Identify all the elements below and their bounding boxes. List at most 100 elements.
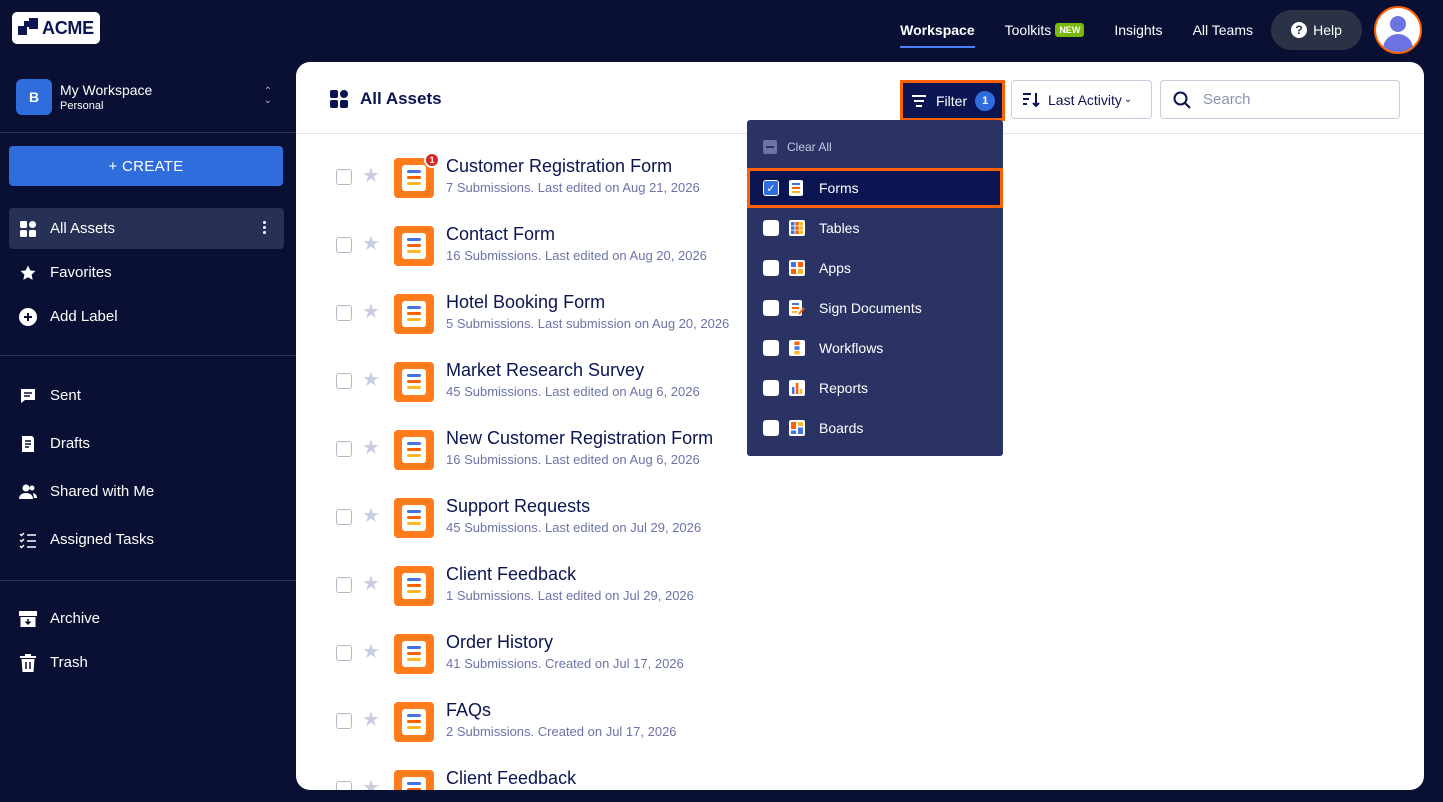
forms-icon: [789, 180, 805, 196]
asset-title[interactable]: Customer Registration Form: [446, 156, 672, 177]
asset-subtitle: 2 Submissions. Created on Jul 17, 2026: [446, 724, 677, 739]
asset-title[interactable]: New Customer Registration Form: [446, 428, 713, 449]
star-icon[interactable]: ★: [362, 775, 380, 790]
sort-button[interactable]: Last Activity ⌄: [1011, 80, 1152, 119]
sidebar-item-label: Trash: [50, 654, 88, 671]
sidebar-item-label: Assigned Tasks: [50, 531, 154, 548]
top-navigation: Workspace Toolkits NEW Insights All Teams…: [900, 0, 1443, 60]
list-item[interactable]: ★ Client Feedback 1 Submissions. Last edit…: [296, 548, 1424, 616]
search-input[interactable]: [1203, 91, 1383, 108]
sidebar-divider: [0, 355, 296, 356]
tasks-list-icon: [19, 531, 37, 549]
row-checkbox[interactable]: [336, 645, 352, 661]
sidebar-item-shared-with-me[interactable]: Shared with Me: [9, 471, 284, 512]
sidebar-item-add-label[interactable]: Add Label: [9, 296, 284, 337]
star-icon[interactable]: ★: [362, 231, 380, 256]
asset-title[interactable]: Hotel Booking Form: [446, 292, 605, 313]
plus-circle-icon: [19, 307, 37, 326]
help-label: Help: [1313, 22, 1342, 38]
filter-option-workflows[interactable]: Workflows: [747, 328, 1003, 368]
row-checkbox[interactable]: [336, 373, 352, 389]
row-checkbox[interactable]: [336, 577, 352, 593]
grid-icon: [19, 220, 37, 238]
asset-title[interactable]: Order History: [446, 632, 553, 653]
star-icon[interactable]: ★: [362, 299, 380, 324]
nav-toolkits[interactable]: Toolkits NEW: [1005, 22, 1085, 38]
filter-option-reports[interactable]: Reports: [747, 368, 1003, 408]
form-icon: [394, 634, 434, 674]
filter-icon: [912, 92, 926, 110]
list-item[interactable]: ★ Order History 41 Submissions. Created on…: [296, 616, 1424, 684]
list-item[interactable]: ★ FAQs 2 Submissions. Created on Jul 17, 2…: [296, 684, 1424, 752]
sidebar-item-archive[interactable]: Archive: [9, 598, 284, 639]
checkbox[interactable]: [763, 420, 779, 436]
sidebar-item-drafts[interactable]: Drafts: [9, 423, 284, 464]
row-checkbox[interactable]: [336, 713, 352, 729]
acme-logo[interactable]: ACME: [12, 12, 100, 44]
form-icon: [394, 226, 434, 266]
filter-option-tables[interactable]: Tables: [747, 208, 1003, 248]
star-icon[interactable]: ★: [362, 707, 380, 732]
create-button[interactable]: + CREATE: [9, 146, 283, 186]
asset-title[interactable]: Market Research Survey: [446, 360, 644, 381]
asset-title[interactable]: Support Requests: [446, 496, 590, 517]
asset-title[interactable]: Client Feedback: [446, 768, 576, 789]
help-button[interactable]: ? Help: [1271, 10, 1362, 50]
row-checkbox[interactable]: [336, 441, 352, 457]
sidebar-item-trash[interactable]: Trash: [9, 642, 284, 683]
asset-title[interactable]: Client Feedback: [446, 564, 576, 585]
row-checkbox[interactable]: [336, 169, 352, 185]
star-icon[interactable]: ★: [362, 639, 380, 664]
clear-all-label: Clear All: [787, 140, 832, 154]
sidebar-item-assigned-tasks[interactable]: Assigned Tasks: [9, 519, 284, 560]
asset-title[interactable]: FAQs: [446, 700, 491, 721]
list-item[interactable]: ★Client Feedback17 Submissions. Last edi…: [296, 752, 1424, 790]
filter-count-badge: 1: [975, 90, 996, 111]
checkbox[interactable]: [763, 380, 779, 396]
row-checkbox[interactable]: [336, 237, 352, 253]
asset-subtitle: 16 Submissions. Last edited on Aug 20, 2…: [446, 248, 707, 263]
minus-checkbox-icon: [763, 140, 777, 154]
sidebar-item-favorites[interactable]: Favorites: [9, 252, 284, 293]
list-item[interactable]: ★ Support Requests 45 Submissions. Last ed…: [296, 480, 1424, 548]
nav-insights[interactable]: Insights: [1114, 22, 1162, 38]
page-title: All Assets: [330, 89, 442, 109]
sidebar-item-label: Archive: [50, 610, 101, 627]
row-checkbox[interactable]: [336, 781, 352, 790]
star-icon[interactable]: ★: [362, 367, 380, 392]
star-icon[interactable]: ★: [362, 571, 380, 596]
star-icon[interactable]: ★: [362, 503, 380, 528]
message-icon: [19, 387, 37, 405]
user-avatar[interactable]: [1374, 6, 1422, 54]
checkmark-icon[interactable]: ✓: [763, 180, 779, 196]
checkbox[interactable]: [763, 340, 779, 356]
nav-workspace[interactable]: Workspace: [900, 22, 976, 48]
filter-button[interactable]: Filter 1: [900, 80, 1005, 121]
sidebar-divider: [0, 580, 296, 581]
more-options-icon[interactable]: [263, 221, 266, 236]
star-icon[interactable]: ★: [362, 435, 380, 460]
star-icon[interactable]: ★: [362, 163, 380, 188]
workspace-switcher[interactable]: B My Workspace Personal ⌃ ⌄: [16, 79, 286, 115]
checkbox[interactable]: [763, 300, 779, 316]
clear-all-button[interactable]: Clear All: [763, 140, 832, 154]
filter-option-forms[interactable]: ✓ Forms: [747, 168, 1003, 208]
filter-option-boards[interactable]: Boards: [747, 408, 1003, 448]
filter-option-sign-documents[interactable]: Sign Documents: [747, 288, 1003, 328]
form-icon: [394, 430, 434, 470]
sidebar-item-label: Shared with Me: [50, 483, 155, 500]
checkbox[interactable]: [763, 220, 779, 236]
sidebar-item-all-assets[interactable]: All Assets: [9, 208, 284, 249]
sidebar-item-sent[interactable]: Sent: [9, 375, 284, 416]
workspace-avatar: B: [16, 79, 52, 115]
checkbox[interactable]: [763, 260, 779, 276]
filter-option-apps[interactable]: Apps: [747, 248, 1003, 288]
row-checkbox[interactable]: [336, 509, 352, 525]
new-badge: NEW: [1055, 23, 1085, 37]
row-checkbox[interactable]: [336, 305, 352, 321]
search-icon: [1173, 91, 1191, 109]
asset-title[interactable]: Contact Form: [446, 224, 555, 245]
page-title-text: All Assets: [360, 89, 442, 108]
nav-all-teams[interactable]: All Teams: [1193, 22, 1253, 38]
chevron-down-icon: ⌄: [1123, 94, 1133, 105]
